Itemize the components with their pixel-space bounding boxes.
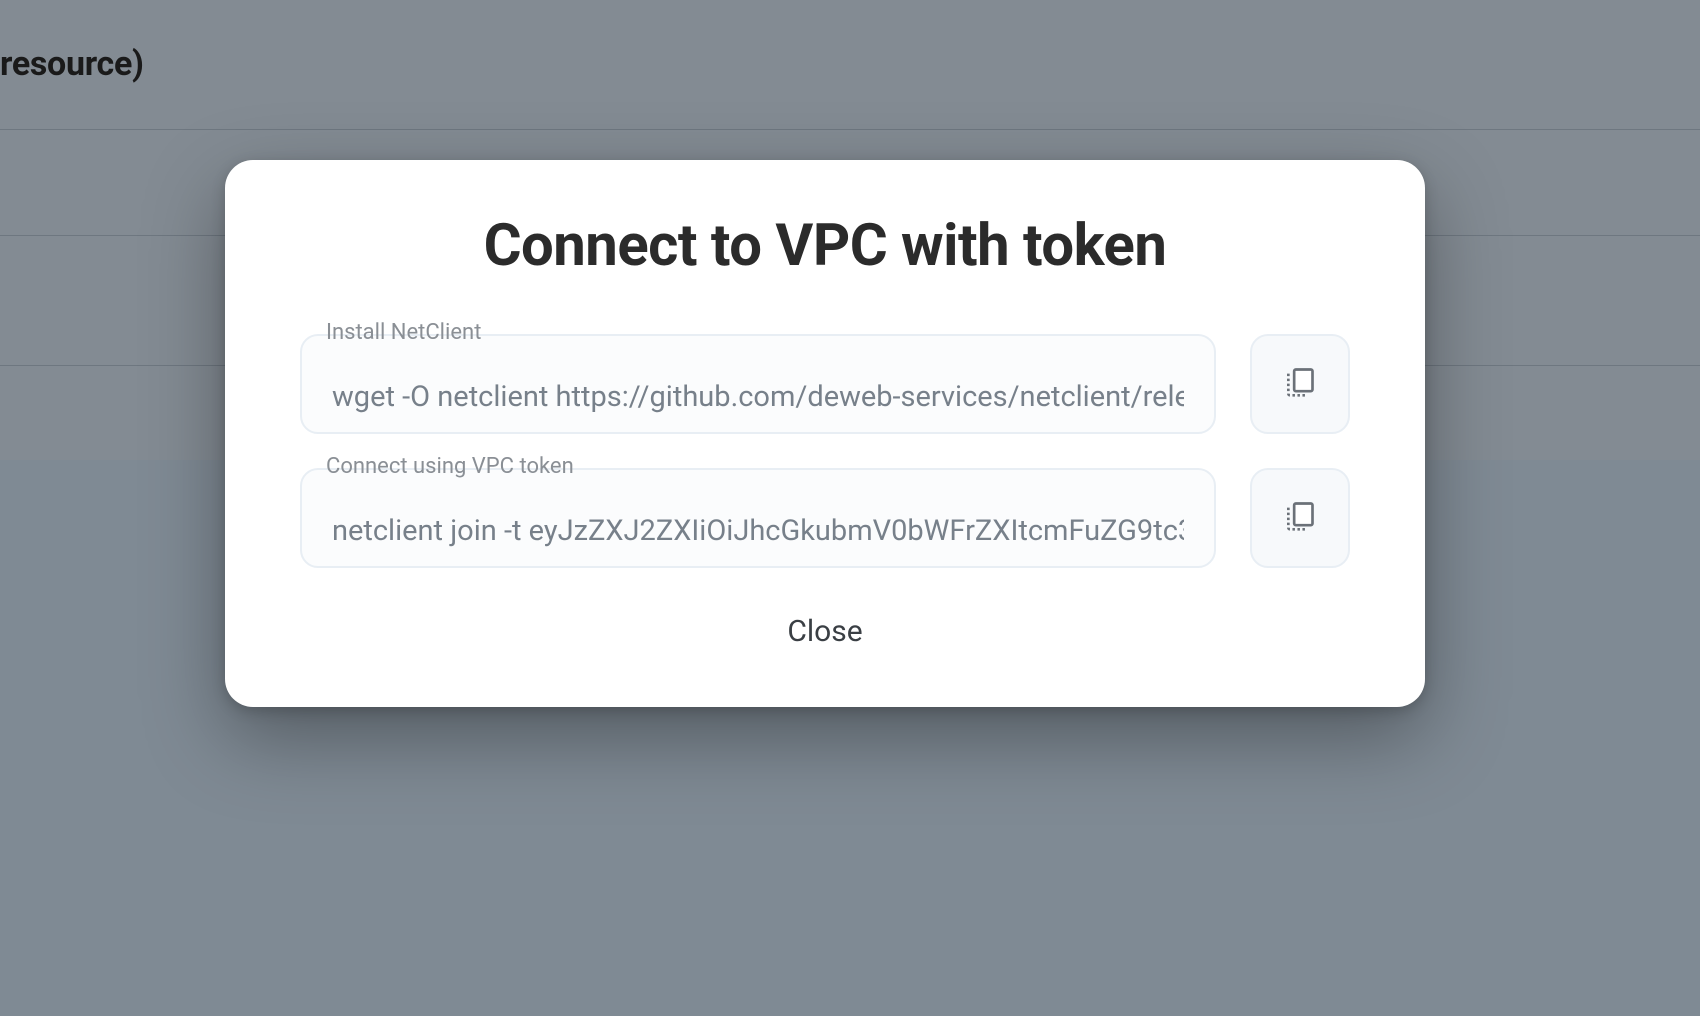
connect-token-label: Connect using VPC token: [326, 454, 574, 479]
copy-icon: [1280, 362, 1320, 406]
copy-icon: [1280, 496, 1320, 540]
copy-connect-command-button[interactable]: [1250, 468, 1350, 568]
install-netclient-label: Install NetClient: [326, 320, 481, 345]
connect-token-group: Connect using VPC token: [300, 468, 1350, 568]
connect-token-input[interactable]: [300, 468, 1216, 568]
copy-install-command-button[interactable]: [1250, 334, 1350, 434]
install-netclient-input[interactable]: [300, 334, 1216, 434]
connect-vpc-modal: Connect to VPC with token Install NetCli…: [225, 160, 1425, 707]
install-netclient-group: Install NetClient: [300, 334, 1350, 434]
modal-title: Connect to VPC with token: [300, 212, 1350, 280]
modal-overlay[interactable]: Connect to VPC with token Install NetCli…: [0, 0, 1700, 1016]
close-button[interactable]: Close: [787, 614, 862, 649]
